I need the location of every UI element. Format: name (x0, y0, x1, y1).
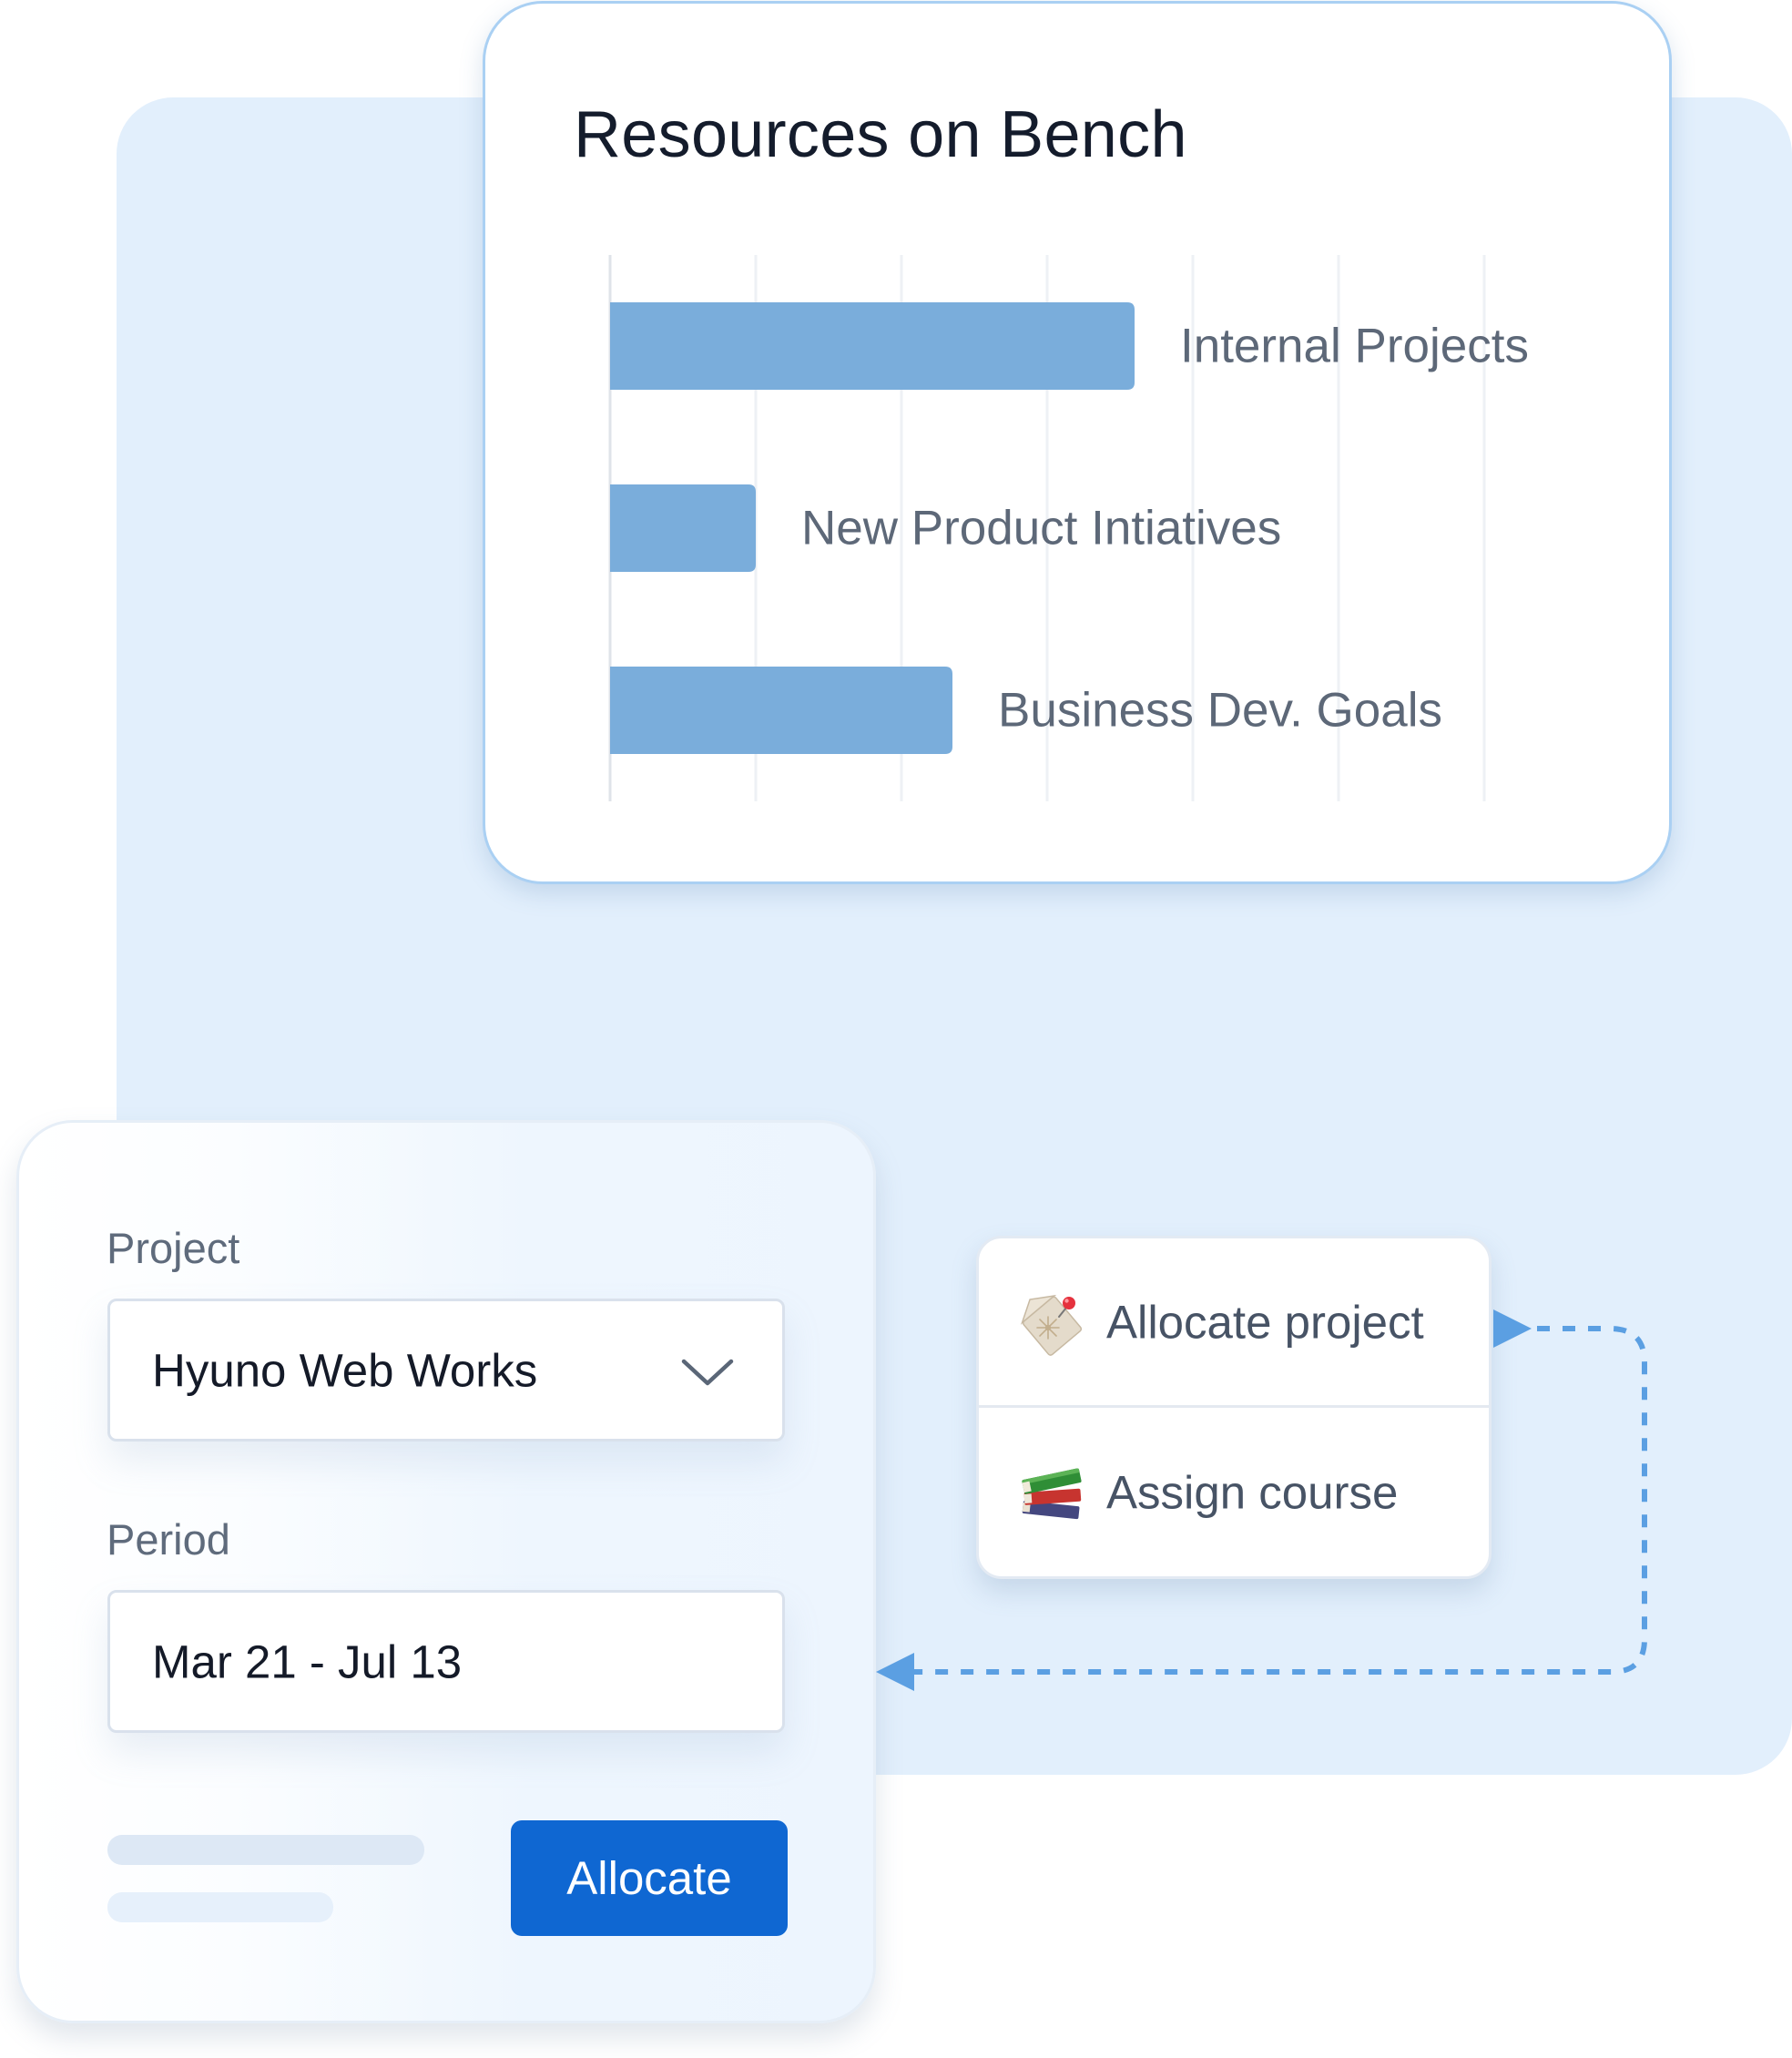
allocation-form-card: Project Hyuno Web Works Period Mar 21 - … (16, 1120, 876, 2023)
menu-item-allocate-project-label: Allocate project (1106, 1296, 1424, 1348)
bar (610, 484, 756, 572)
bench-bar-chart: Internal Projects New Product Intiatives B… (608, 255, 1529, 801)
project-label: Project (107, 1224, 240, 1272)
allocate-button[interactable]: Allocate (511, 1820, 788, 1936)
menu-item-allocate-project[interactable]: Allocate project (979, 1238, 1489, 1408)
period-input-value: Mar 21 - Jul 13 (152, 1635, 463, 1687)
menu-item-assign-course[interactable]: Assign course (979, 1408, 1489, 1576)
bar-label: Business Dev. Goals (998, 684, 1442, 738)
bar (610, 667, 952, 754)
bar (610, 302, 1135, 390)
bar-label: New Product Intiatives (801, 502, 1281, 555)
pinned-tag-icon (1020, 1294, 1083, 1356)
skeleton-line (107, 1835, 424, 1865)
bar-label: Internal Projects (1180, 320, 1529, 373)
books-icon (1022, 1468, 1082, 1520)
resources-on-bench-card: Resources on Bench Internal Projects New … (483, 1, 1672, 884)
project-select-value: Hyuno Web Works (152, 1344, 538, 1396)
period-label: Period (107, 1515, 230, 1564)
skeleton-line (107, 1892, 333, 1922)
menu-item-assign-course-label: Assign course (1106, 1466, 1399, 1519)
chevron-down-icon[interactable] (680, 1354, 735, 1391)
period-input[interactable]: Mar 21 - Jul 13 (107, 1590, 785, 1733)
action-menu: Allocate project Assign course (976, 1236, 1492, 1579)
project-select[interactable]: Hyuno Web Works (107, 1299, 785, 1442)
